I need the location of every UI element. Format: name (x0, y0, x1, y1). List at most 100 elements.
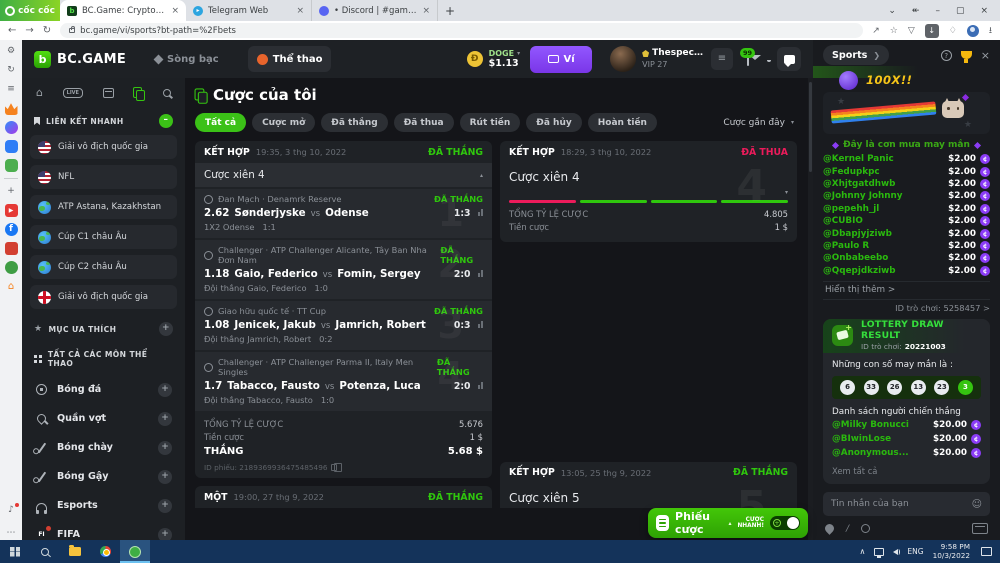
quick-bet-toggle[interactable]: + (770, 516, 800, 530)
nav-casino[interactable]: Sòng bạc (146, 46, 228, 72)
filter-cancelled[interactable]: Đã hủy (526, 113, 581, 132)
settings-gear-icon[interactable]: ⚙ (5, 45, 18, 58)
game-id-link[interactable]: ID trò chơi: 5258457 > (823, 300, 990, 316)
search-icon[interactable] (163, 89, 171, 97)
tab-telegram[interactable]: ▸ Telegram Web × (186, 0, 312, 21)
rain-entry[interactable]: @Paulo R$2.00¢ (823, 240, 990, 252)
filter-lost[interactable]: Đã thua (394, 113, 454, 132)
gamepad-icon[interactable] (5, 159, 18, 172)
bet-card-combo-won[interactable]: KẾT HỢP 19:35, 3 thg 10, 2022 ĐÃ THẮNG C… (195, 141, 492, 478)
shopping-cart-icon[interactable]: ⌂ (5, 280, 18, 293)
tray-expand-icon[interactable]: ∧ (860, 547, 866, 556)
copy-icon[interactable] (331, 464, 337, 471)
facebook-icon[interactable]: f (5, 223, 18, 236)
quick-link-row[interactable]: Cúp C2 châu Âu (30, 255, 177, 279)
new-tab-button[interactable]: + (438, 0, 462, 21)
sidebar-item-cricket[interactable]: Bóng Gậy + (30, 462, 177, 491)
expand-button[interactable]: + (158, 383, 172, 397)
combo-subheader[interactable]: Cược xiên 4 ▴ (195, 163, 492, 187)
betslip-button[interactable]: Phiếu cược ▴ CƯỢC NHANH! + (648, 508, 808, 538)
calendar-icon[interactable] (103, 88, 114, 98)
view-all-link[interactable]: Xem tất cả (832, 466, 981, 476)
trophy-icon[interactable] (961, 51, 972, 59)
close-button[interactable]: × (980, 6, 988, 16)
tab-close-icon[interactable]: × (422, 6, 430, 16)
commands-icon[interactable]: / (846, 524, 849, 534)
chevron-up-icon[interactable]: ▴ (480, 172, 483, 179)
sidebar-item-fifa[interactable]: FI FIFA + (30, 520, 177, 540)
chat-toggle-button[interactable] (777, 47, 801, 71)
notifications-icon[interactable]: ♢ (949, 26, 957, 36)
file-explorer-button[interactable] (60, 540, 90, 563)
nyan-cat-banner[interactable]: ★ ★ (823, 92, 990, 134)
bet-leg[interactable]: 2 Challenger · ATP Challenger Alicante, … (195, 240, 492, 299)
emoji-icon[interactable]: ☺ (972, 499, 982, 510)
sidebar-item-esports[interactable]: Esports + (30, 491, 177, 520)
browser-profile-avatar[interactable] (967, 25, 979, 37)
tab-search-icon[interactable]: ⌄ (888, 6, 896, 16)
speaker-icon[interactable] (893, 549, 898, 555)
bcgame-logo-icon[interactable]: b (34, 51, 51, 68)
reading-list-icon[interactable]: ≡ (5, 83, 18, 96)
tab-close-icon[interactable]: × (171, 6, 179, 16)
winner-entry[interactable]: @Milky Bonucci$20.00¢ (832, 418, 981, 431)
collapse-button[interactable]: – (159, 114, 173, 128)
rain-entry[interactable]: @Qqepjdkziwb$2.00¢ (823, 265, 990, 277)
chat-message-input[interactable]: Tin nhắn của bạn ☺ (823, 492, 990, 516)
expand-button[interactable]: + (158, 470, 172, 484)
bet-leg[interactable]: 3 Giao hữu quốc tế · TT Cup ĐÃ THẮNG 1.0… (195, 301, 492, 350)
quick-link-row[interactable]: ATP Astana, Kazakhstan (30, 195, 177, 219)
zalo-icon[interactable] (5, 140, 18, 153)
history-icon[interactable]: ↻ (5, 64, 18, 77)
user-info[interactable]: Thespec… VIP 27 (642, 48, 703, 70)
maximize-button[interactable]: ▢ (956, 6, 965, 16)
rain-entry[interactable]: @CUBIO$2.00¢ (823, 215, 990, 227)
rain-tool-icon[interactable] (823, 522, 836, 535)
start-button[interactable] (0, 540, 30, 563)
bookmark-star-icon[interactable]: ☆ (890, 26, 898, 36)
tab-close-icon[interactable]: × (296, 6, 304, 16)
language-indicator[interactable]: ENG (907, 547, 923, 556)
sidebar-item-football[interactable]: Bóng đá + (30, 375, 177, 404)
stats-icon[interactable] (478, 321, 484, 328)
network-icon[interactable] (874, 548, 884, 556)
rain-entry[interactable]: @Fedupkpc$2.00¢ (823, 165, 990, 177)
currency-selector[interactable]: Ð DOGE ▾ $1.13 (467, 49, 521, 69)
coccoc-button[interactable] (120, 540, 150, 563)
avatar[interactable] (610, 46, 636, 72)
filter-all[interactable]: Tất cả (195, 113, 246, 132)
action-center-icon[interactable] (981, 547, 992, 556)
show-more-link[interactable]: Hiển thị thêm > (823, 281, 990, 300)
sidebar-item-baseball[interactable]: Bóng chày + (30, 433, 177, 462)
bell-icon[interactable]: ♪ (5, 504, 18, 517)
live-icon[interactable]: LIVE (63, 88, 83, 98)
filter-open[interactable]: Cược mở (252, 113, 315, 132)
add-shortcut-icon[interactable]: + (5, 185, 18, 198)
green-app-icon[interactable] (5, 261, 18, 274)
wallet-button[interactable]: Ví (530, 46, 592, 73)
close-chat-icon[interactable]: × (981, 49, 990, 62)
rain-entry[interactable]: @Kernel Panic$2.00¢ (823, 153, 990, 165)
stats-icon[interactable] (478, 270, 484, 277)
expand-button[interactable]: + (158, 528, 172, 541)
rain-entry[interactable]: @pepehh_jl$2.00¢ (823, 203, 990, 215)
bet-leg[interactable]: 4 Challenger · ATP Challenger Parma II, … (195, 352, 492, 411)
sidebar-item-tennis[interactable]: Quần vợt + (30, 404, 177, 433)
nav-sports[interactable]: Thể thao (248, 46, 332, 72)
scrollbar-thumb[interactable] (809, 82, 812, 172)
quick-link-row[interactable]: NFL (30, 165, 177, 189)
quick-link-row[interactable]: Cúp C1 châu Âu (30, 225, 177, 249)
chat-room-selector[interactable]: Sports ❯ (823, 45, 889, 65)
tab-discord[interactable]: • Discord | #games | BC G × (312, 0, 438, 21)
crown-icon[interactable] (5, 102, 18, 115)
rain-entry[interactable]: @Johnny Johnny$2.00¢ (823, 190, 990, 202)
red-app-icon[interactable] (5, 242, 18, 255)
filter-won[interactable]: Đã thắng (321, 113, 387, 132)
my-bets-icon[interactable] (133, 87, 143, 99)
url-field[interactable]: bc.game/vi/sports?bt-path=%2Fbets (60, 23, 863, 38)
bet-card-combo-lost[interactable]: KẾT HỢP 18:29, 3 thg 10, 2022 ĐÃ THUA 4 … (500, 141, 797, 242)
download-active-icon[interactable]: ↓ (925, 24, 939, 38)
rain-entry[interactable]: @Xhjtgatdhwb$2.00¢ (823, 178, 990, 190)
clock[interactable]: 9:58 PM 10/3/2022 (933, 543, 970, 560)
minimize-button[interactable]: – (935, 6, 940, 16)
